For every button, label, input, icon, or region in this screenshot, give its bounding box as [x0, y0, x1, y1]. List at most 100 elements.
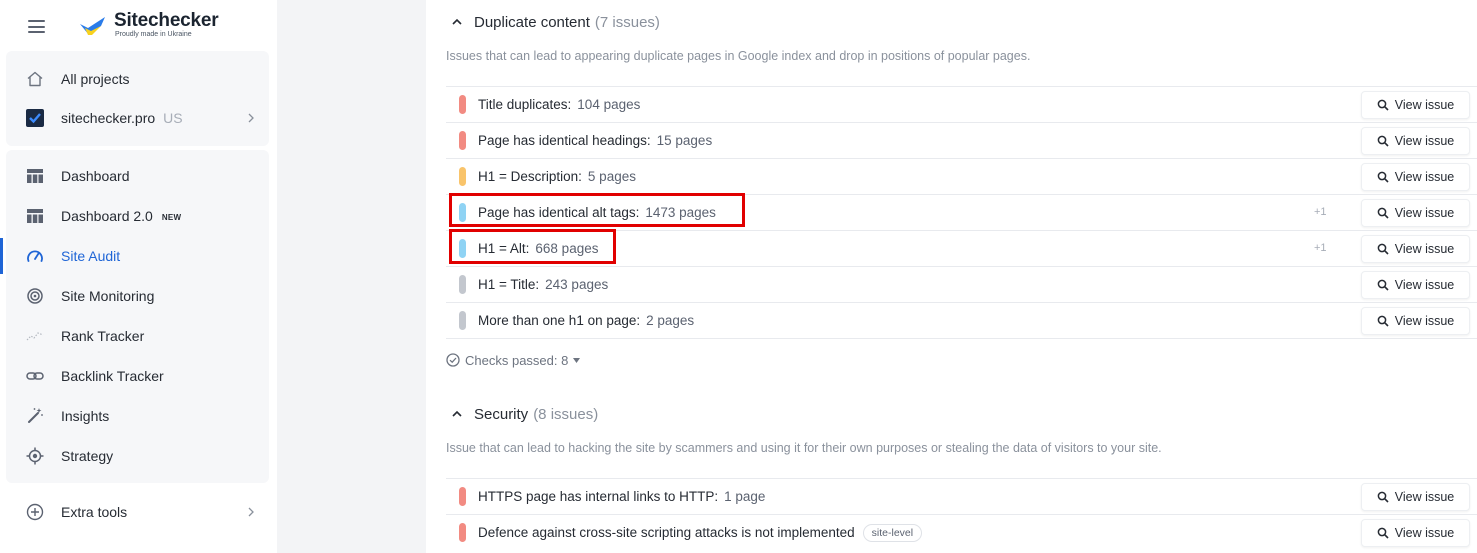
sidebar-item-rank-tracker[interactable]: Rank Tracker: [6, 318, 269, 354]
checks-passed-toggle[interactable]: Checks passed: 8: [446, 352, 585, 368]
section-title: Duplicate content: [474, 13, 590, 31]
sidebar-item-site-monitoring[interactable]: Site Monitoring: [6, 278, 269, 314]
project-name: sitechecker.pro: [61, 110, 156, 126]
chevron-right-icon: [248, 113, 254, 123]
dashboard-icon: [26, 167, 44, 185]
sidebar-item-label: Site Monitoring: [61, 288, 155, 304]
severity-info-indicator: [459, 275, 466, 294]
severity-error-indicator: [459, 131, 466, 150]
view-issue-button[interactable]: View issue: [1361, 163, 1470, 191]
sidebar-item-backlink-tracker[interactable]: Backlink Tracker: [6, 358, 269, 394]
issue-count: 5 pages: [587, 169, 636, 184]
issue-row[interactable]: Page has identical alt tags: 1473 pages +…: [446, 194, 1477, 230]
site-audit-panel: Duplicate content (7 issues) Issues that…: [426, 0, 1477, 553]
sidebar-item-dashboard[interactable]: Dashboard: [6, 158, 269, 194]
sidebar-item-strategy[interactable]: Strategy: [6, 438, 269, 474]
issue-name: H1 = Description:: [478, 169, 582, 184]
sidebar-item-project[interactable]: sitechecker.pro US: [6, 100, 269, 136]
issue-row[interactable]: Title duplicates: 104 pages View issue: [446, 86, 1477, 122]
view-issue-button[interactable]: View issue: [1361, 199, 1470, 227]
sidebar: Sitechecker Proudly made in Ukraine All …: [0, 0, 277, 553]
issue-row[interactable]: More than one h1 on page: 2 pages View is…: [446, 302, 1477, 339]
sidebar-item-label: Backlink Tracker: [61, 368, 164, 384]
issue-count: 104 pages: [577, 97, 641, 112]
issue-row[interactable]: H1 = Alt: 668 pages +1 View issue: [446, 230, 1477, 266]
site-favicon-icon: [26, 109, 44, 127]
search-icon: [1377, 527, 1389, 539]
search-icon: [1377, 171, 1389, 183]
trend-icon: [26, 327, 44, 345]
issue-name: Title duplicates:: [478, 97, 572, 112]
sidebar-item-extra-tools[interactable]: Extra tools: [6, 494, 269, 530]
issue-row[interactable]: HTTPS page has internal links to HTTP: 1 …: [446, 478, 1477, 514]
sidebar-item-label: Site Audit: [61, 248, 121, 264]
issue-count: 1473 pages: [645, 205, 716, 220]
sidebar-item-insights[interactable]: Insights: [6, 398, 269, 434]
sidebar-item-label: Dashboard 2.0: [61, 208, 153, 224]
sidebar-item-label: Rank Tracker: [61, 328, 145, 344]
logo-row: Sitechecker Proudly made in Ukraine: [0, 0, 277, 52]
section-title: Security: [474, 405, 529, 423]
sidebar-item-all-projects[interactable]: All projects: [6, 61, 269, 97]
security-section-header[interactable]: Security (8 issues): [450, 403, 598, 425]
hamburger-menu-icon[interactable]: [28, 20, 45, 33]
view-issue-label: View issue: [1394, 314, 1455, 328]
issue-name: H1 = Alt:: [478, 241, 530, 256]
severity-notice-indicator: [459, 203, 466, 222]
view-issue-label: View issue: [1394, 134, 1455, 148]
issue-name: More than one h1 on page:: [478, 313, 641, 328]
sidebar-item-dashboard-2[interactable]: Dashboard 2.0 NEW: [6, 198, 269, 234]
view-issue-button[interactable]: View issue: [1361, 483, 1470, 511]
section-issue-count: (7 issues): [594, 13, 660, 31]
duplicate-section-header[interactable]: Duplicate content (7 issues): [450, 11, 660, 33]
search-icon: [1377, 491, 1389, 503]
issue-name: Page has identical headings:: [478, 133, 651, 148]
issue-name: Defence against cross-site scripting att…: [478, 525, 855, 540]
view-issue-label: View issue: [1394, 242, 1455, 256]
issue-name: H1 = Title:: [478, 277, 540, 292]
issue-row[interactable]: H1 = Title: 243 pages View issue: [446, 266, 1477, 302]
view-issue-button[interactable]: View issue: [1361, 91, 1470, 119]
severity-notice-indicator: [459, 239, 466, 258]
sidebar-item-site-audit[interactable]: Site Audit: [0, 238, 269, 274]
issue-row[interactable]: H1 = Description: 5 pages View issue: [446, 158, 1477, 194]
chevron-up-icon: [452, 18, 462, 25]
issue-count: 243 pages: [545, 277, 609, 292]
severity-error-indicator: [459, 523, 466, 542]
brand-tagline: Proudly made in Ukraine: [115, 31, 192, 38]
sidebar-item-label: All projects: [61, 71, 130, 87]
sidebar-item-label: Dashboard: [61, 168, 130, 184]
view-issue-label: View issue: [1394, 278, 1455, 292]
view-issue-label: View issue: [1394, 490, 1455, 504]
view-issue-label: View issue: [1394, 98, 1455, 112]
caret-down-icon: [573, 357, 581, 363]
search-icon: [1377, 315, 1389, 327]
brand-name: Sitechecker: [114, 10, 219, 31]
issue-count: 668 pages: [535, 241, 599, 256]
sitechecker-logo-icon: [80, 17, 105, 35]
plus-circle-icon: [26, 503, 44, 521]
issue-row[interactable]: Defence against cross-site scripting att…: [446, 514, 1477, 550]
radar-icon: [26, 287, 44, 305]
issue-count: 15 pages: [656, 133, 713, 148]
project-card: All projects sitechecker.pro US: [6, 51, 269, 146]
issue-name: Page has identical alt tags:: [478, 205, 640, 220]
search-icon: [1377, 243, 1389, 255]
dashboard-icon: [26, 207, 44, 225]
search-icon: [1377, 207, 1389, 219]
view-issue-button[interactable]: View issue: [1361, 307, 1470, 335]
issue-row[interactable]: Page has identical headings: 15 pages Vie…: [446, 122, 1477, 158]
new-badge: NEW: [161, 213, 182, 222]
view-issue-button[interactable]: View issue: [1361, 235, 1470, 263]
search-icon: [1377, 99, 1389, 111]
view-issue-button[interactable]: View issue: [1361, 519, 1470, 547]
chevron-up-icon: [452, 410, 462, 417]
section-issue-count: (8 issues): [533, 405, 599, 423]
sidebar-item-label: Insights: [61, 408, 110, 424]
view-issue-button[interactable]: View issue: [1361, 127, 1470, 155]
issue-plus-count: +1: [1314, 242, 1327, 254]
issue-plus-count: +1: [1314, 206, 1327, 218]
section-description: Issue that can lead to hacking the site …: [446, 441, 1162, 455]
view-issue-button[interactable]: View issue: [1361, 271, 1470, 299]
checks-passed-label: Checks passed: 8: [465, 352, 569, 368]
